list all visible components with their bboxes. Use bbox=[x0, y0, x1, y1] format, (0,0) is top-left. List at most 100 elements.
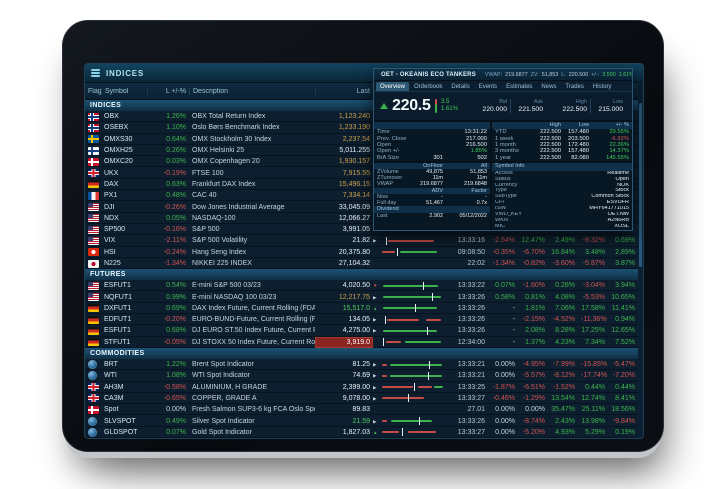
tab-orderbook[interactable]: Orderbook bbox=[410, 82, 446, 91]
flag-uk-icon bbox=[88, 383, 99, 392]
table-row[interactable]: WTI 1.08% WTI Spot Indicator 74.69 ▶ 13:33:21… bbox=[85, 370, 638, 382]
period-pct-cell: -1.87% bbox=[492, 383, 515, 391]
bid-ask-group: Bid Ask 220.000 221.500 bbox=[476, 98, 546, 113]
flag-usa-icon bbox=[88, 203, 99, 212]
header-stat-chg_label: +/-: bbox=[591, 71, 600, 78]
detail-window: OET - OKEANIS ECO TANKERS VWAP: 219.6877 Z… bbox=[373, 68, 633, 231]
column-header-last[interactable]: Last bbox=[315, 87, 373, 95]
table-row[interactable]: EDFUT1 -0.20% EURO-BUND-Future, Current Ro… bbox=[85, 314, 638, 326]
description-cell: EURO-BUND-Future, Current Rolling (FGBLH… bbox=[192, 316, 315, 324]
table-row[interactable]: SLVSPOT 0.49% Silver Spot Indicator 21.59 ▶ 1… bbox=[85, 415, 638, 427]
tab-overview[interactable]: Overview bbox=[376, 82, 410, 91]
time-cell: 13:33:21 bbox=[457, 372, 485, 380]
time-cell: 13:33:22 bbox=[457, 282, 485, 290]
change-pct-cell: 0.26% bbox=[166, 147, 186, 155]
tab-estimates[interactable]: Estimates bbox=[502, 82, 536, 91]
last-cell: 5,011.255 bbox=[339, 147, 370, 155]
description-cell: OMX Stockholm 30 Index bbox=[192, 135, 272, 143]
change-pct: 1.61% bbox=[441, 105, 459, 112]
period-pct-cell: -0.35% bbox=[492, 248, 515, 256]
change-pct-cell: 1.26% bbox=[166, 113, 186, 121]
table-row[interactable]: AH3M -0.58% ALUMINIUM, H GRADE 2,399.00 ▶ 13:… bbox=[85, 381, 638, 393]
column-header-flag[interactable]: Flag bbox=[85, 88, 101, 95]
section-label: FUTURES bbox=[90, 271, 126, 279]
description-cell: Frankfurt DAX Index bbox=[192, 180, 256, 188]
description-cell: COPPER, GRADE A bbox=[192, 394, 257, 402]
description-cell: NIKKEI 225 INDEX bbox=[192, 260, 252, 267]
table-row[interactable]: DXFUT1 0.69% DAX Index Future, Current Rol… bbox=[85, 302, 638, 315]
change-pct-cell: -0.58% bbox=[163, 383, 186, 391]
change-pct-cell: -0.26% bbox=[163, 203, 186, 211]
last-cell: 3,991.05 bbox=[342, 226, 370, 234]
period-pct-cell: -8.32% bbox=[582, 237, 605, 245]
period-pct-cell: 2.43% bbox=[555, 417, 575, 425]
change-pct-cell: 0.05% bbox=[166, 214, 186, 222]
flag-cell bbox=[85, 427, 101, 437]
volume-adv-dividend-tables: OnFloor All ZVolume 49,875 51,853 ZTurnover 11… bbox=[374, 163, 492, 230]
table-row[interactable]: BRT 1.22% Brent Spot Indicator 81.25 ▶ 13:33:… bbox=[85, 358, 638, 371]
column-header-symbol[interactable]: Symbol bbox=[101, 87, 147, 95]
high-value: 222.500 bbox=[562, 105, 587, 113]
flag-cell bbox=[85, 203, 101, 212]
last-cell: 12,217.75 bbox=[338, 293, 370, 301]
flag-cell bbox=[85, 394, 101, 403]
period-pct-cell: 35.47% bbox=[551, 406, 575, 414]
menu-icon[interactable] bbox=[91, 68, 100, 79]
table-row[interactable]: CA3M -0.65% COPPER, GRADE A 9,078.00 ▶ 13:33:… bbox=[85, 392, 638, 405]
lower-section: OnFloor All ZVolume 49,875 51,853 ZTurnover 11… bbox=[374, 163, 632, 230]
period-pct-cell: -6.70% bbox=[522, 248, 545, 256]
period-pct-cell: 7.06% bbox=[555, 304, 575, 312]
tab-news[interactable]: News bbox=[537, 82, 560, 91]
symbol-cell: OMXH25 bbox=[104, 147, 133, 155]
period-pct-cell: -6.51% bbox=[522, 383, 545, 391]
table-row[interactable]: STFUT1 -0.05% DJ STOXX 50 Index Future, Cu… bbox=[85, 336, 638, 348]
column-header-change[interactable]: L +/-% bbox=[147, 87, 189, 95]
symbol-cell: ESFUT1 bbox=[104, 327, 131, 335]
tab-history[interactable]: History bbox=[589, 82, 616, 91]
symbol-cell: EDFUT1 bbox=[104, 316, 132, 324]
change-pct-cell: 0.49% bbox=[166, 417, 186, 425]
period-pct-cell: 17.25% bbox=[581, 327, 605, 335]
ranges-header-0: High bbox=[549, 121, 561, 128]
table-row[interactable]: HSI -0.24% Hang Seng Index 20,375.80 09:08:5… bbox=[85, 246, 638, 258]
section-header-commodities[interactable]: COMMODITIES bbox=[85, 347, 643, 359]
symbol-cell: SLVSPOT bbox=[104, 417, 136, 425]
period-pct-cell: - bbox=[512, 327, 515, 335]
period-pct-cell: -5.20% bbox=[522, 428, 545, 436]
period-pct-cell: -7.99% bbox=[552, 361, 575, 369]
last-cell: 4,020.50 bbox=[342, 282, 370, 290]
tab-details[interactable]: Details bbox=[447, 82, 473, 91]
tab-trades[interactable]: Trades bbox=[561, 82, 587, 91]
tab-events[interactable]: Events bbox=[475, 82, 501, 91]
period-pct-cell: -9.84% bbox=[612, 417, 635, 425]
header-stat-vwap: 219.6877 bbox=[505, 71, 528, 78]
period-pct-cell: 16.84% bbox=[551, 248, 575, 256]
table-row[interactable]: ESFUT1 0.68% DJ EURO ST.50 Index Future, C… bbox=[85, 325, 638, 337]
change-pct-cell: 0.68% bbox=[166, 327, 186, 335]
period-pct-cell: 7.52% bbox=[615, 338, 635, 346]
table-row[interactable]: Spot 0.00% Fresh Salmon SUP3-6 kg FCA Oslo… bbox=[85, 404, 638, 416]
change-pct-cell: -2.11% bbox=[164, 237, 186, 245]
period-pct-cell: 17.58% bbox=[581, 304, 605, 312]
table-row[interactable]: VIX -2.11% S&P 500 Volatility 21.82 ▶ 13:33:1… bbox=[85, 235, 638, 247]
flag-cell bbox=[85, 326, 101, 335]
period-pct-cell: -2.54% bbox=[492, 237, 515, 245]
section-header-futures[interactable]: FUTURES bbox=[85, 269, 643, 281]
flag-cell bbox=[85, 416, 101, 426]
flag-usa-icon bbox=[88, 214, 99, 223]
description-cell: Brent Spot Indicator bbox=[192, 361, 254, 369]
table-row[interactable]: NQFUT1 0.99% E-mini NASDAQ 100 03/23 12,217… bbox=[85, 291, 638, 303]
period-pct-cell: 0.81% bbox=[525, 293, 545, 301]
table-row[interactable]: ESFUT1 0.54% E-mini S&P 500 03/23 4,020.50 ▼… bbox=[85, 280, 638, 292]
detail-titlebar[interactable]: OET - OKEANIS ECO TANKERS VWAP: 219.6877 Z… bbox=[374, 69, 632, 82]
table-row[interactable]: N225 -1.34% NIKKEI 225 INDEX 27,104.32 22:02… bbox=[85, 257, 638, 270]
scrollbar-thumb[interactable] bbox=[639, 103, 642, 268]
table-row[interactable]: GLDSPOT 0.07% Gold Spot Indicator 1,827.03 ▲… bbox=[85, 426, 638, 438]
period-pct-cell: 0.00% bbox=[495, 417, 515, 425]
scrollbar[interactable] bbox=[638, 82, 643, 438]
column-header-description[interactable]: Description bbox=[189, 87, 315, 95]
time-cell: 13:33:21 bbox=[457, 361, 485, 369]
flag-germany-icon bbox=[88, 315, 99, 324]
page-background: INDICES FlagSymbolL +/-%DescriptionLastL… bbox=[0, 0, 704, 489]
period-pct-cell: 3.94% bbox=[615, 282, 635, 290]
